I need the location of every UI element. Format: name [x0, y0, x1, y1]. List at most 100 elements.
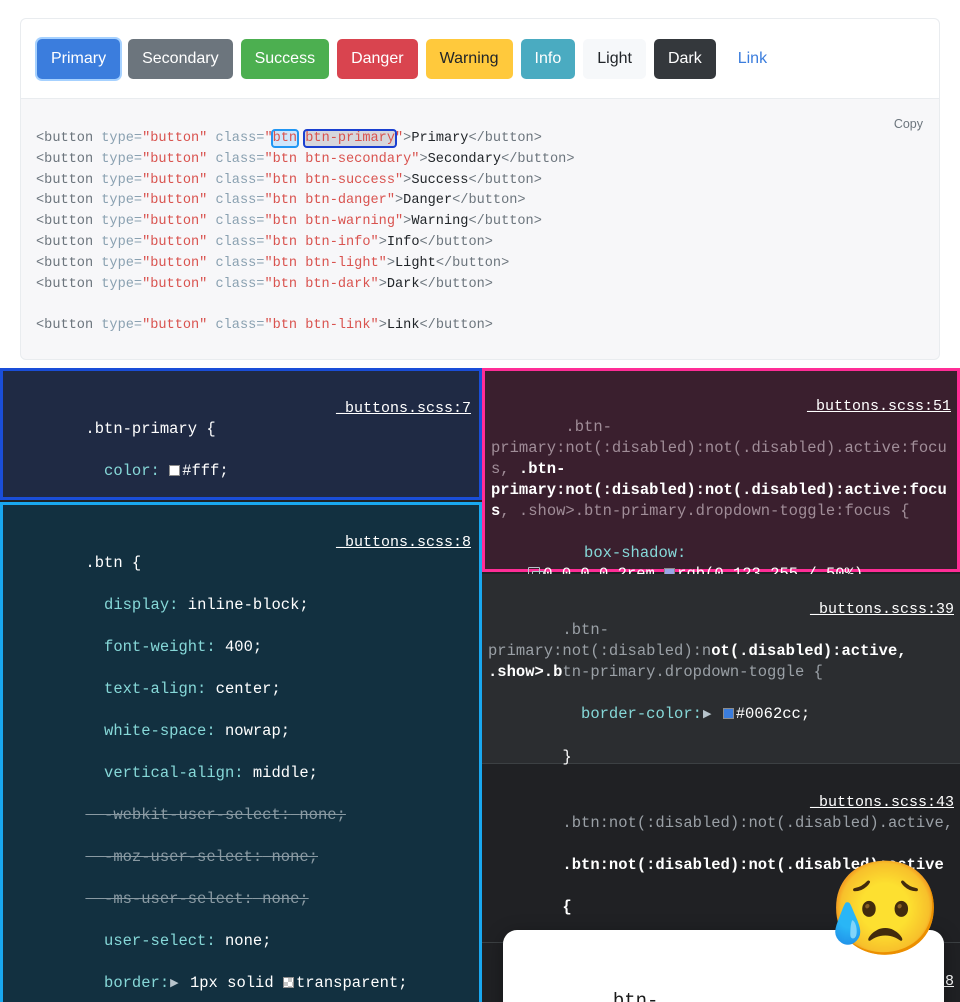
- screenshot-root: Primary Secondary Success Danger Warning…: [0, 0, 960, 1002]
- code-token-attr: type=: [93, 193, 143, 209]
- code-line: <button type="button" class="btn btn-dan…: [36, 191, 574, 212]
- code-token-attr: type=: [93, 151, 143, 167]
- code-token-close-tag: </button>: [468, 131, 542, 146]
- rule-origin-link[interactable]: _buttons.scss:51: [807, 396, 951, 417]
- rule-selector-inactive[interactable]: .btn:not(:disabled):not(.disabled).activ…: [562, 814, 953, 832]
- code-line: <button type="button" class="btn btn-war…: [36, 212, 574, 233]
- code-token-class-btn[interactable]: btn: [270, 129, 300, 148]
- code-token-quote: ": [264, 276, 273, 292]
- code-token-close-tag: </button>: [468, 172, 542, 188]
- code-token-class-list: btn btn-secondary: [272, 151, 412, 167]
- decl-font-weight[interactable]: font-weight: 400;: [85, 638, 262, 656]
- expand-chevron-icon[interactable]: ▶: [703, 705, 711, 726]
- rule-selector[interactable]: .btn-primary {: [85, 420, 215, 438]
- css-rule-btn-primary-active-focus[interactable]: _buttons.scss:51 .btn-primary:not(:disab…: [482, 368, 960, 625]
- code-token-value: "button": [142, 255, 208, 271]
- code-token-class-variant[interactable]: btn-primary: [303, 129, 397, 148]
- code-token-attr: class=: [207, 214, 265, 230]
- code-token-gt: >: [378, 318, 387, 334]
- code-token-text: Success: [411, 172, 469, 188]
- code-token-value: "button": [142, 131, 208, 146]
- code-token-attr: class=: [207, 276, 265, 292]
- color-swatch-white[interactable]: [169, 465, 181, 476]
- decl-color[interactable]: color: #fff;: [85, 462, 229, 480]
- color-swatch-blue[interactable]: [722, 708, 734, 719]
- btn-danger[interactable]: Danger: [337, 38, 418, 79]
- code-token-tag: <button: [36, 255, 94, 271]
- rule-origin-link[interactable]: _buttons.scss:39: [810, 599, 954, 620]
- code-line: <button type="button" class="btn btn-lin…: [36, 316, 574, 337]
- btn-secondary[interactable]: Secondary: [128, 38, 233, 79]
- decl-border[interactable]: border:▶ 1px solid transparent;: [85, 974, 408, 995]
- rule-selector-inactive[interactable]: , .show>.btn-primary.dropdown-toggle:foc…: [500, 502, 909, 520]
- code-token-close-tag: </button>: [419, 276, 493, 292]
- code-line: <button type="button" class="btn btn-inf…: [36, 233, 574, 254]
- code-line: <button type="button" class="btn btn-suc…: [36, 171, 574, 192]
- rule-origin-link[interactable]: _buttons.scss:7: [336, 398, 471, 419]
- code-token-value: "button": [142, 234, 208, 250]
- rule-origin-link[interactable]: _buttons.scss:8: [336, 532, 471, 553]
- code-token-attr: type=: [93, 234, 143, 250]
- decl-display[interactable]: display: inline-block;: [85, 596, 309, 614]
- decl-webkit-user-select[interactable]: -webkit-user-select: none;: [85, 806, 346, 824]
- code-token-quote: ": [370, 276, 379, 292]
- btn-primary[interactable]: Primary: [37, 38, 121, 79]
- code-token-quote: ": [264, 131, 273, 146]
- rule-selector-inactive[interactable]: tn-primary.dropdown-toggle {: [562, 663, 822, 681]
- button-example-preview: Primary Secondary Success Danger Warning…: [20, 18, 940, 98]
- decl-border-color[interactable]: border-color:▶ #0062cc;: [562, 705, 810, 723]
- btn-warning[interactable]: Warning: [425, 38, 513, 79]
- code-token-close-tag: </button>: [468, 214, 542, 230]
- css-rule-btn-primary-active[interactable]: _buttons.scss:39 .btn-primary:not(:disab…: [482, 574, 960, 766]
- code-token-quote: ": [264, 193, 273, 209]
- btn-dark[interactable]: Dark: [653, 38, 716, 79]
- code-token-class-list: btn btn-warning: [272, 214, 395, 230]
- code-token-tag: <button: [36, 151, 94, 167]
- code-token-tag: <button: [36, 131, 94, 146]
- code-snippet-box: Copy <button type="button" class="btn bt…: [20, 98, 940, 360]
- code-token-text: Danger: [403, 193, 453, 209]
- code-token-tag: <button: [36, 214, 94, 230]
- rule-selector-inactive[interactable]: .btn-primary:not(:disabled):n: [488, 621, 711, 660]
- code-token-text: Secondary: [427, 151, 502, 167]
- code-token-quote: ": [264, 172, 273, 188]
- btn-light[interactable]: Light: [583, 38, 646, 79]
- btn-success[interactable]: Success: [240, 38, 330, 79]
- code-token-tag: <button: [36, 318, 94, 334]
- btn-link[interactable]: Link: [724, 39, 781, 79]
- code-token-class-list: btn btn-light: [272, 255, 379, 271]
- code-line: <button type="button" class="btn btn-dar…: [36, 275, 574, 296]
- decl-vertical-align[interactable]: vertical-align: middle;: [85, 764, 318, 782]
- code-token-gt: >: [395, 193, 404, 209]
- code-token-tag: <button: [36, 193, 94, 209]
- rule-selector[interactable]: .btn {: [85, 554, 141, 572]
- code-token-attr: class=: [207, 234, 265, 250]
- code-token-value: "button": [142, 318, 208, 334]
- code-token-close-tag: </button>: [435, 255, 510, 271]
- expand-chevron-icon[interactable]: ▶: [170, 974, 178, 995]
- decl-ms-user-select[interactable]: -ms-user-select: none;: [85, 890, 309, 908]
- code-token-text: Link: [386, 318, 420, 334]
- code-token-attr: class=: [207, 318, 265, 334]
- decl-user-select[interactable]: user-select: none;: [85, 932, 271, 950]
- decl-text-align[interactable]: text-align: center;: [85, 680, 281, 698]
- color-swatch-transparent[interactable]: [282, 977, 294, 988]
- decl-white-space[interactable]: white-space: nowrap;: [85, 722, 290, 740]
- code-token-attr: type=: [93, 255, 143, 271]
- code-token-value: "button": [142, 214, 208, 230]
- code-token-attr: type=: [93, 172, 143, 188]
- rule-origin-link[interactable]: _buttons.scss:43: [810, 792, 954, 813]
- css-rule-btn-primary[interactable]: _buttons.scss:7 .btn-primary { color: #f…: [0, 368, 482, 607]
- code-token-class-list: btn btn-info: [272, 234, 371, 250]
- css-rule-btn[interactable]: _buttons.scss:8 .btn { display: inline-b…: [0, 502, 482, 1002]
- code-token-quote: ": [370, 318, 379, 334]
- code-token-class-list: btn btn-danger: [272, 193, 387, 209]
- code-token-class-list: btn btn-success: [272, 172, 395, 188]
- copy-button[interactable]: Copy: [890, 115, 927, 133]
- code-token-close-tag: </button>: [452, 193, 526, 209]
- btn-info[interactable]: Info: [520, 38, 576, 79]
- code-token-quote: ": [386, 193, 395, 209]
- decl-moz-user-select[interactable]: -moz-user-select: none;: [85, 848, 318, 866]
- code-token-value: "button": [142, 276, 208, 292]
